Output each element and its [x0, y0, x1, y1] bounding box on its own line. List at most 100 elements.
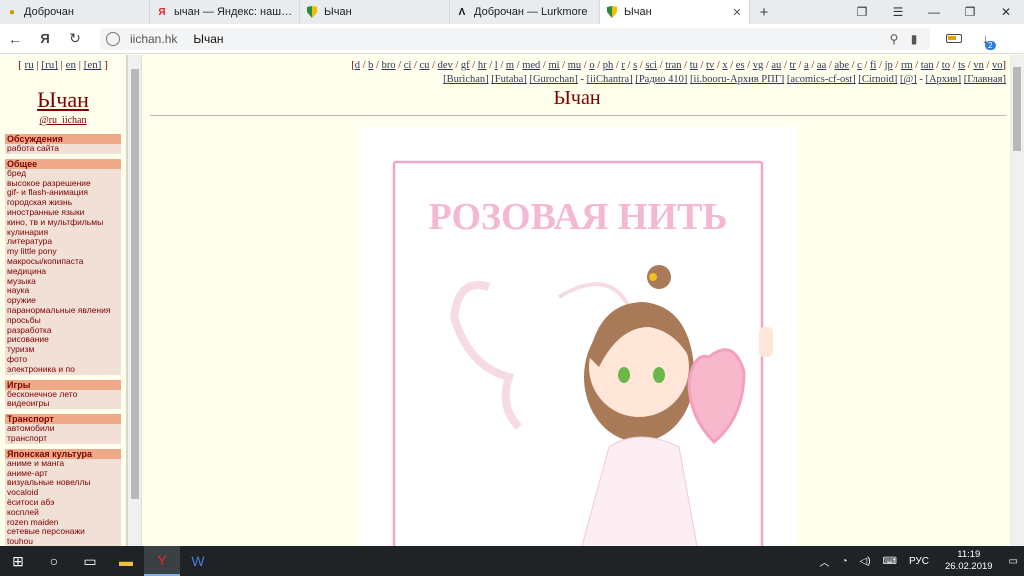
board-link[interactable]: tv — [706, 60, 714, 71]
sidebar-scrollbar[interactable] — [128, 55, 142, 546]
globe-icon — [106, 31, 120, 46]
sidebar-board-link[interactable]: электроника и по — [5, 364, 121, 375]
notifications-icon[interactable]: ▭ — [1003, 556, 1024, 567]
board-link[interactable]: abe — [834, 60, 849, 71]
board-link[interactable]: r — [621, 60, 625, 71]
board-link[interactable]: ph — [603, 60, 614, 71]
sidebar-scroll-thumb[interactable] — [131, 69, 139, 499]
tab-2[interactable]: Я ычан — Яндекс: нашлось — [150, 0, 300, 24]
lang-link-ru[interactable]: ru — [25, 59, 34, 71]
external-board-link[interactable]: [iiChantra] — [587, 74, 633, 85]
sidebar-section-list: автомобили транспорт — [5, 423, 121, 444]
board-link[interactable]: c — [857, 60, 862, 71]
board-link[interactable]: gf — [461, 60, 470, 71]
lang-link-en-alt[interactable]: [en] — [84, 59, 102, 71]
tab-3[interactable]: Ычан — [300, 0, 450, 24]
board-link[interactable]: tu — [690, 60, 698, 71]
board-link[interactable]: b — [368, 60, 373, 71]
board-link[interactable]: x — [722, 60, 727, 71]
tab-5-active[interactable]: Ычан ✕ — [600, 0, 750, 24]
board-link[interactable]: dev — [438, 60, 453, 71]
tab-1[interactable]: ● Доброчан — [0, 0, 150, 24]
board-link[interactable]: vg — [753, 60, 764, 71]
main-scroll-thumb[interactable] — [1013, 67, 1021, 151]
board-link[interactable]: rm — [901, 60, 913, 71]
sidebar-board-link[interactable]: транспорт — [5, 433, 121, 444]
external-board-link[interactable]: [Futaba] — [491, 74, 527, 85]
board-link[interactable]: sci — [645, 60, 657, 71]
minimize-icon[interactable]: — — [916, 0, 952, 24]
chevron-up-icon[interactable]: ︿ — [813, 554, 835, 569]
file-explorer-icon[interactable]: ▬ — [108, 546, 144, 576]
new-tab-button[interactable]: + — [750, 0, 778, 24]
board-link[interactable]: jp — [885, 60, 893, 71]
url-field[interactable]: iichan.hk Ычан ⚲ ▮ — [100, 27, 930, 50]
sidebar-board-link[interactable]: видеоигры — [5, 399, 121, 409]
external-board-link[interactable]: [acomics-cf-ost] — [787, 74, 856, 85]
lang-link-ru-alt[interactable]: [ru] — [41, 59, 58, 71]
external-board-link[interactable]: [Burichan] — [443, 74, 488, 85]
board-link[interactable]: m — [506, 60, 514, 71]
back-arrow-icon[interactable]: ← — [0, 31, 30, 47]
board-link[interactable]: es — [736, 60, 745, 71]
board-link[interactable]: mu — [568, 60, 581, 71]
volume-icon[interactable]: ◁) — [854, 556, 877, 567]
close-tab-icon[interactable]: ✕ — [731, 6, 743, 19]
board-link[interactable]: vn — [973, 60, 984, 71]
board-link[interactable]: vo — [992, 60, 1003, 71]
external-board-link[interactable]: [Архив] — [925, 74, 961, 85]
board-link[interactable]: aa — [817, 60, 826, 71]
board-link[interactable]: au — [771, 60, 781, 71]
external-board-link[interactable]: [Cirnoid] — [858, 74, 897, 85]
tab-4[interactable]: Λ Доброчан — Lurkmore — [450, 0, 600, 24]
board-link[interactable]: tran — [665, 60, 681, 71]
maximize-icon[interactable]: ❐ — [952, 0, 988, 24]
external-board-link[interactable]: [ii.booru-Архив РПГ] — [690, 74, 784, 85]
board-link[interactable]: med — [522, 60, 540, 71]
sidebar-board-link[interactable]: touhou — [5, 536, 121, 546]
close-window-icon[interactable]: ✕ — [988, 0, 1024, 24]
board-link[interactable]: mi — [548, 60, 559, 71]
search-icon[interactable]: ○ — [36, 546, 72, 576]
board-link[interactable]: ci — [404, 60, 412, 71]
tabs-manager-icon[interactable]: ❐ — [844, 0, 880, 24]
board-link[interactable]: hr — [478, 60, 487, 71]
external-board-link[interactable]: [Радио 410] — [635, 74, 687, 85]
bookmark-icon[interactable]: ▮ — [904, 32, 924, 46]
reload-icon[interactable]: ↻ — [60, 30, 90, 47]
site-logo[interactable]: Ычан — [0, 87, 126, 113]
sidebar-board-link[interactable]: работа сайта — [5, 143, 121, 154]
external-board-link[interactable]: [@] — [900, 74, 917, 85]
yandex-browser-taskbar-icon[interactable]: Y — [144, 546, 180, 576]
keyboard-icon[interactable]: ⌨ — [877, 556, 903, 567]
url-page-title: Ычан — [193, 31, 224, 46]
twitter-handle[interactable]: @ru_iichan — [0, 115, 126, 126]
network-icon[interactable]: ◔ — [835, 556, 853, 567]
task-view-icon[interactable]: ▭ — [72, 546, 108, 576]
clock[interactable]: 11:19 26.02.2019 — [935, 549, 1003, 573]
lang-link-en[interactable]: en — [66, 59, 76, 71]
board-link[interactable]: ts — [958, 60, 965, 71]
external-board-link[interactable]: [Gurochan] — [529, 74, 577, 85]
word-icon[interactable]: W — [180, 546, 216, 576]
external-board-link[interactable]: [Главная] — [964, 74, 1006, 85]
board-link[interactable]: to — [942, 60, 950, 71]
board-link[interactable]: tr — [789, 60, 795, 71]
board-link[interactable]: l — [495, 60, 498, 71]
windows-start-icon[interactable]: ⊞ — [0, 546, 36, 576]
battery-icon[interactable] — [946, 34, 962, 43]
yandex-icon[interactable]: Я — [30, 31, 60, 46]
board-link[interactable]: s — [633, 60, 637, 71]
menu-icon[interactable]: ☰ — [880, 0, 916, 24]
board-link[interactable]: cu — [419, 60, 429, 71]
download-icon[interactable]: ↓ 2 — [982, 31, 996, 50]
board-link[interactable]: a — [804, 60, 809, 71]
board-link[interactable]: d — [355, 60, 360, 71]
board-link[interactable]: bro — [382, 60, 396, 71]
board-link[interactable]: o — [589, 60, 594, 71]
board-link[interactable]: fi — [870, 60, 876, 71]
main-scrollbar[interactable] — [1010, 55, 1024, 546]
search-key-icon[interactable]: ⚲ — [884, 32, 904, 46]
input-language[interactable]: РУС — [903, 556, 935, 567]
board-link[interactable]: tan — [921, 60, 934, 71]
